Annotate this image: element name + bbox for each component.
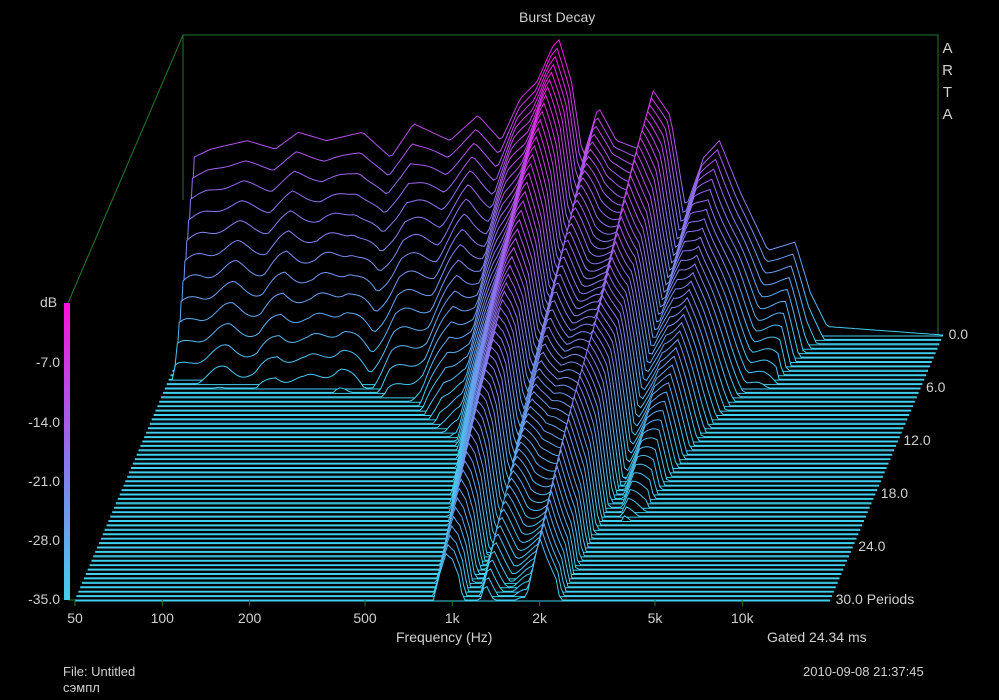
y-tick-label: -14.0 <box>28 413 60 430</box>
x-tick-label: 5k <box>647 610 663 626</box>
y-tick-label: -21.0 <box>28 472 60 489</box>
x-tick-label: 500 <box>353 610 377 626</box>
x-tick-label: 50 <box>67 610 83 626</box>
period-tick-label: 12.0 <box>903 432 931 448</box>
period-tick-label: 18.0 <box>880 485 909 501</box>
x-tick-label: 100 <box>150 610 174 626</box>
period-tick-label: 24.0 <box>858 538 886 554</box>
y-tick-label: -35.0 <box>28 591 60 607</box>
y-tick-label: -28.0 <box>28 531 60 548</box>
x-tick-label: 200 <box>237 610 262 626</box>
y-tick-label: -7.0 <box>35 354 60 371</box>
arta-branding: ARTA <box>942 40 953 123</box>
x-tick-label: 2k <box>532 610 547 626</box>
period-tick-label: 0.0 <box>948 326 969 342</box>
period-tick-label: 30.0 Periods <box>835 591 915 607</box>
file-note: сэмпл <box>63 680 100 695</box>
waterfall-slices <box>74 38 944 602</box>
x-tick-label: 10k <box>731 610 754 626</box>
period-tick-label: 6.0 <box>925 379 946 395</box>
chart-title: Burst Decay <box>519 9 596 25</box>
gated-info: Gated 24.34 ms <box>767 629 867 645</box>
file-name: File: Untitled <box>63 664 136 679</box>
x-tick-label: 1k <box>444 610 460 626</box>
y-axis-label: dB <box>40 294 58 310</box>
x-axis-label: Frequency (Hz) <box>396 629 493 645</box>
color-scale-bar <box>64 303 70 600</box>
timestamp: 2010-09-08 21:37:45 <box>803 664 924 679</box>
